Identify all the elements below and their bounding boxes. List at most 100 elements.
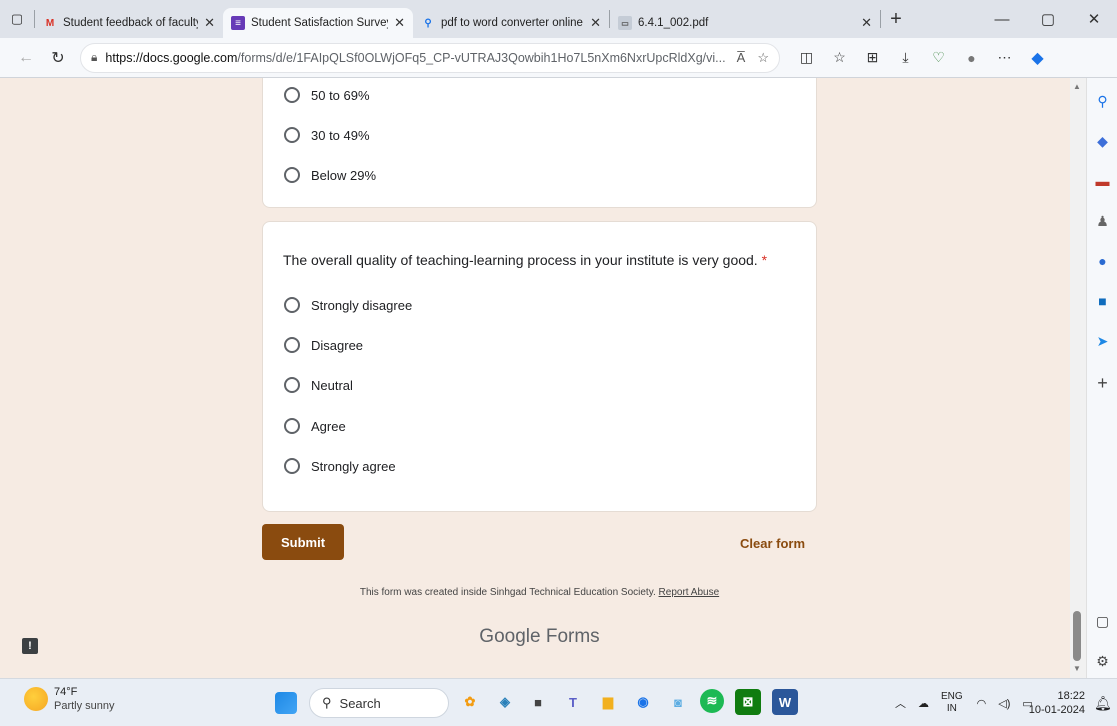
xbox-icon[interactable]: ⊠ — [735, 689, 761, 715]
scroll-down-icon[interactable]: ▼ — [1073, 664, 1081, 673]
radio-option[interactable]: Disagree — [284, 337, 363, 353]
radio-option[interactable]: Neutral — [284, 377, 353, 393]
radio-option[interactable]: Strongly agree — [284, 458, 396, 474]
microsoft-365-icon[interactable]: ● — [1087, 248, 1117, 274]
radio-option[interactable]: Below 29% — [284, 167, 376, 183]
address-bar[interactable]: 🔒︎ https://docs.google.com /forms/d/e/1F… — [80, 42, 780, 73]
task-view-icon[interactable]: ■ — [525, 689, 551, 715]
notification-bell-icon[interactable]: 🔔︎ — [1094, 695, 1112, 712]
submit-button[interactable]: Submit — [262, 524, 344, 560]
tab-gmail[interactable]: M Student feedback of faculty - km ✕ — [35, 8, 223, 38]
question-text: The overall quality of teaching-learning… — [283, 252, 758, 268]
brand-google: Google — [479, 626, 541, 647]
collections-icon[interactable]: ⊞ — [856, 42, 889, 74]
partly-sunny-icon — [24, 687, 48, 711]
windows-start-icon[interactable] — [275, 692, 297, 714]
taskbar-search[interactable]: ⚲ Search — [309, 688, 449, 718]
tab-pdf-converter[interactable]: ⚲ pdf to word converter online - Se ✕ — [413, 8, 609, 38]
outlook-icon[interactable]: ■ — [1087, 288, 1117, 314]
refresh-button[interactable]: ↻ — [42, 42, 74, 74]
close-icon[interactable]: ✕ — [394, 15, 405, 31]
teams-icon[interactable]: T — [560, 689, 586, 715]
window-close-button[interactable]: ✕ — [1071, 0, 1117, 38]
add-sidebar-app-icon[interactable]: + — [1087, 370, 1117, 396]
time: 18:22 — [1057, 690, 1085, 702]
question-title: The overall quality of teaching-learning… — [283, 252, 767, 268]
edge-browser-icon[interactable]: ◉ — [630, 689, 656, 715]
lock-icon: 🔒︎ — [91, 50, 98, 64]
radio-button[interactable] — [284, 87, 300, 103]
search-icon[interactable]: ⚲ — [1087, 88, 1117, 114]
gmail-icon: M — [45, 17, 55, 29]
split-screen-icon[interactable]: ◫ — [790, 42, 823, 74]
radio-button[interactable] — [284, 377, 300, 393]
read-aloud-icon[interactable]: A̅ — [737, 50, 746, 65]
footer-text: This form was created inside Sinhgad Tec… — [359, 587, 656, 598]
restore-button[interactable]: ▢ — [1025, 0, 1071, 38]
clear-form-button[interactable]: Clear form — [740, 536, 805, 551]
close-icon[interactable]: ✕ — [861, 15, 872, 31]
minimize-button[interactable]: — — [979, 0, 1025, 38]
report-abuse-link[interactable]: Report Abuse — [659, 587, 720, 598]
radio-button[interactable] — [284, 167, 300, 183]
question-card: The overall quality of teaching-learning… — [262, 221, 817, 512]
browser-essentials-icon[interactable]: ♡ — [922, 42, 955, 74]
shopping-tag-icon[interactable]: ◆ — [1087, 128, 1117, 154]
back-button[interactable]: ← — [10, 42, 42, 74]
close-icon[interactable]: ✕ — [590, 15, 601, 31]
downloads-icon[interactable]: ⤓ — [889, 42, 922, 74]
scroll-up-icon[interactable]: ▲ — [1073, 82, 1081, 91]
google-forms-icon: ≡ — [231, 16, 245, 30]
wifi-icon[interactable]: ◠ — [977, 697, 987, 710]
hide-sidebar-icon[interactable]: ▢ — [1087, 608, 1117, 634]
page-scrollbar[interactable]: ▲ ▼ — [1070, 78, 1086, 678]
tab-label: 6.4.1_002.pdf — [638, 17, 709, 29]
clock[interactable]: 18:22 10-01-2024 — [1027, 689, 1085, 717]
radio-button[interactable] — [284, 127, 300, 143]
copilot-icon[interactable]: ◆ — [1021, 42, 1054, 74]
widgets-icon[interactable]: ✿ — [457, 689, 483, 715]
chevron-up-icon[interactable]: ︿ — [895, 695, 906, 711]
feedback-icon[interactable]: ! — [22, 638, 38, 654]
weather-widget[interactable]: 74°F Partly sunny — [24, 685, 115, 713]
radio-button[interactable] — [284, 458, 300, 474]
scrollbar-thumb[interactable] — [1073, 611, 1081, 661]
new-tab-button[interactable]: + — [881, 0, 911, 38]
radio-option[interactable]: 50 to 69% — [284, 87, 370, 103]
volume-icon[interactable]: ◁) — [998, 697, 1010, 710]
settings-gear-icon[interactable]: ⚙ — [1087, 648, 1117, 674]
favorite-star-icon[interactable]: ☆ — [757, 50, 769, 66]
photos-app-icon[interactable]: ◙ — [665, 689, 691, 715]
onedrive-icon[interactable]: ☁ — [918, 697, 929, 710]
language-indicator[interactable]: ENG IN — [941, 691, 963, 715]
option-label: Disagree — [311, 337, 364, 353]
tab-pdf-file[interactable]: ▭ 6.4.1_002.pdf ✕ — [610, 8, 880, 38]
games-icon[interactable]: ♟ — [1087, 208, 1117, 234]
profile-icon[interactable]: ● — [955, 42, 988, 74]
tab-strip: ▢ M Student feedback of faculty - km ✕ ≡… — [0, 0, 1117, 38]
radio-option[interactable]: Strongly disagree — [284, 297, 412, 313]
tab-label: Student feedback of faculty - km — [63, 17, 198, 29]
spotify-icon[interactable]: ≋ — [700, 689, 724, 713]
word-icon[interactable]: W — [772, 689, 798, 715]
google-forms-logo[interactable]: Google Forms — [262, 626, 817, 648]
pdf-icon: ▭ — [618, 16, 632, 30]
tab-actions-button[interactable]: ▢ — [0, 0, 34, 38]
radio-option[interactable]: 30 to 49% — [284, 127, 370, 143]
lang-bottom: IN — [946, 703, 957, 714]
radio-button[interactable] — [284, 337, 300, 353]
radio-option[interactable]: Agree — [284, 418, 346, 434]
radio-button[interactable] — [284, 418, 300, 434]
url-path: /forms/d/e/1FAIpQLSf0OLWjOFq5_CP-vUTRAJ3… — [237, 50, 725, 65]
favorites-icon[interactable]: ☆ — [823, 42, 856, 74]
radio-button[interactable] — [284, 297, 300, 313]
telegram-icon[interactable]: ➤ — [1087, 328, 1117, 354]
file-explorer-icon[interactable]: ▆ — [595, 689, 621, 715]
required-mark: * — [761, 252, 768, 268]
tab-survey[interactable]: ≡ Student Satisfaction Survey 2019 ✕ — [223, 8, 413, 38]
more-options-icon[interactable]: ⋯ — [988, 42, 1021, 74]
form-footer: This form was created inside Sinhgad Tec… — [262, 587, 817, 598]
copilot-app-icon[interactable]: ◈ — [492, 689, 518, 715]
tools-briefcase-icon[interactable]: ▬ — [1087, 168, 1117, 194]
close-icon[interactable]: ✕ — [204, 15, 215, 31]
